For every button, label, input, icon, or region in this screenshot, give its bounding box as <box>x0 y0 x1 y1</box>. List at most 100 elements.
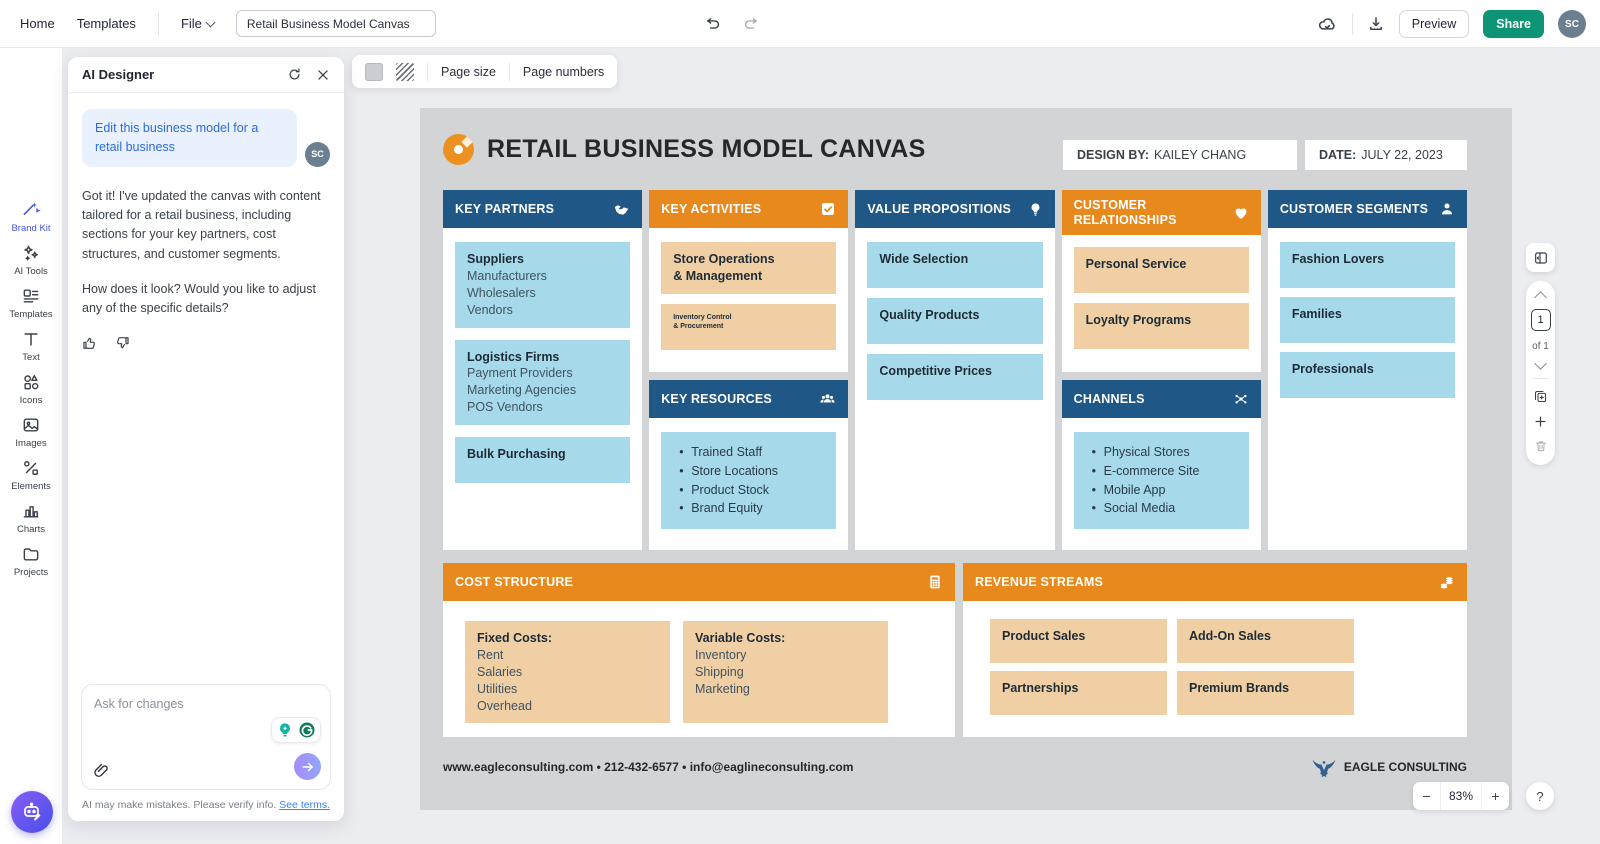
canvas-card[interactable]: Logistics Firms Payment Providers Market… <box>455 339 631 425</box>
document-title-input[interactable] <box>235 10 436 37</box>
cloud-sync-icon <box>1318 17 1335 30</box>
brand-name: EAGLE CONSULTING <box>1343 760 1467 774</box>
sidebar-item-label: Text <box>22 352 40 363</box>
sidebar-item-templates[interactable]: Templates <box>3 286 59 320</box>
chevron-down-icon <box>205 17 216 27</box>
sidebar-item-text[interactable]: Text <box>3 329 59 363</box>
design-by-value: KAILEY CHANG <box>1154 148 1247 162</box>
previous-page-button[interactable] <box>1534 291 1547 304</box>
share-button[interactable]: Share <box>1483 10 1544 38</box>
undo-button[interactable] <box>705 16 722 33</box>
close-panel-button[interactable] <box>316 68 330 82</box>
restart-chat-button[interactable] <box>287 67 302 82</box>
delete-page-button[interactable] <box>1534 439 1548 453</box>
card-title: Competitive Prices <box>879 364 992 378</box>
user-avatar[interactable]: SC <box>1558 10 1586 38</box>
bullet-item: Social Media <box>1092 499 1237 518</box>
canvas-card[interactable]: Loyalty Programs <box>1073 303 1249 349</box>
grammarly-icon[interactable] <box>297 720 317 740</box>
sidebar-item-brand-kit[interactable]: Brand Kit <box>3 200 59 234</box>
suggestion-bulb-icon[interactable] <box>275 720 295 740</box>
download-button[interactable] <box>1367 15 1385 33</box>
column-customer-relationships: CUSTOMER RELATIONSHIPS Personal Service … <box>1061 190 1261 550</box>
ai-assistant-fab[interactable] <box>11 791 53 833</box>
templates-link[interactable]: Templates <box>77 16 136 31</box>
sidebar-item-charts[interactable]: Charts <box>3 501 59 535</box>
attach-file-button[interactable] <box>92 762 110 780</box>
redo-button[interactable] <box>742 16 759 33</box>
send-message-button[interactable] <box>294 753 321 780</box>
feedback-row <box>82 335 330 351</box>
collapse-panel-button[interactable] <box>1526 243 1555 272</box>
card-title: Product Sales <box>1002 629 1086 643</box>
canvas-card[interactable]: Add-On Sales <box>1177 619 1354 663</box>
canvas-card[interactable]: Competitive Prices <box>867 354 1043 400</box>
contact-info: www.eagleconsulting.com • 212-432-6577 •… <box>443 760 854 774</box>
preview-button[interactable]: Preview <box>1398 10 1470 38</box>
add-page-button[interactable] <box>1533 414 1548 429</box>
background-pattern-button[interactable] <box>396 62 414 81</box>
canvas-card[interactable]: Suppliers Manufacturers Wholesalers Vend… <box>455 242 631 328</box>
zoom-out-button[interactable]: − <box>1413 788 1440 804</box>
sidebar-item-elements[interactable]: Elements <box>3 458 59 492</box>
help-button[interactable]: ? <box>1526 782 1554 810</box>
page-numbers-button[interactable]: Page numbers <box>523 65 604 79</box>
user-message-bubble: Edit this business model for a retail bu… <box>82 109 297 167</box>
file-menu[interactable]: File <box>181 16 216 31</box>
canvas-card[interactable]: Store Operations & Management <box>661 242 837 294</box>
canvas-card[interactable]: Quality Products <box>867 298 1043 344</box>
zoom-in-button[interactable]: + <box>1482 788 1509 804</box>
plus-icon <box>1535 416 1546 427</box>
canvas-card[interactable]: Personal Service <box>1073 247 1249 293</box>
home-link[interactable]: Home <box>20 16 55 31</box>
canvas-card[interactable]: Bulk Purchasing <box>455 437 631 483</box>
section-header-label: KEY ACTIVITIES <box>661 201 762 216</box>
redo-icon <box>744 17 757 29</box>
sidebar-item-ai-tools[interactable]: AI Tools <box>3 243 59 277</box>
sidebar-item-projects[interactable]: Projects <box>3 544 59 578</box>
next-page-button[interactable] <box>1534 357 1547 370</box>
card-title: Bulk Purchasing <box>467 447 566 461</box>
thumbs-down-button[interactable] <box>114 335 130 351</box>
canvas-card[interactable]: Professionals <box>1279 352 1456 398</box>
card-title: Fixed Costs: <box>477 631 553 645</box>
see-terms-link[interactable]: See terms. <box>279 799 330 811</box>
canvas-card[interactable]: Wide Selection <box>867 242 1043 288</box>
current-page-indicator[interactable]: 1 <box>1530 309 1551 331</box>
divider <box>508 62 510 81</box>
people-group-icon <box>820 393 835 402</box>
section-header-label: KEY PARTNERS <box>455 201 555 216</box>
duplicate-page-button[interactable] <box>1533 389 1548 404</box>
background-color-swatch[interactable] <box>365 62 383 81</box>
canvas-card[interactable]: Fashion Lovers <box>1279 242 1456 288</box>
canvas-card[interactable]: Premium Brands <box>1177 671 1354 715</box>
canvas-page[interactable]: RETAIL BUSINESS MODEL CANVAS DESIGN BY: … <box>420 108 1512 810</box>
zoom-level[interactable]: 83% <box>1440 782 1482 810</box>
left-icon-rail: Brand Kit AI Tools Templates Text Icons … <box>0 48 62 844</box>
canvas-card[interactable]: Partnerships <box>990 671 1167 715</box>
divider <box>157 12 159 35</box>
checkbox-icon <box>822 203 835 215</box>
canvas-card[interactable]: Families <box>1279 297 1456 343</box>
card-title: Store Operations & Management <box>673 252 775 283</box>
canvas-card[interactable]: Product Sales <box>990 619 1167 663</box>
divider <box>1351 13 1353 35</box>
page-size-button[interactable]: Page size <box>441 65 496 79</box>
card-title: Loyalty Programs <box>1085 313 1192 327</box>
thumbs-down-icon <box>117 336 129 349</box>
column-customer-segments: CUSTOMER SEGMENTS Fashion Lovers Familie… <box>1267 190 1468 550</box>
cloud-sync-button[interactable] <box>1317 14 1338 35</box>
canvas-card[interactable]: Trained Staff Store Locations Product St… <box>661 432 837 529</box>
ai-panel-title: AI Designer <box>82 67 155 82</box>
canvas-card[interactable]: Variable Costs: Inventory Shipping Marke… <box>683 621 888 724</box>
column-key-partners: KEY PARTNERS Suppliers Manufacturers Who… <box>443 190 643 550</box>
canvas-card[interactable]: Physical Stores E-commerce Site Mobile A… <box>1073 432 1249 529</box>
bullet-item: Store Locations <box>679 462 824 481</box>
canvas-card[interactable]: Inventory Control & Procurement <box>661 303 837 350</box>
thumbs-up-button[interactable] <box>82 335 98 351</box>
canvas-card[interactable]: Fixed Costs: Rent Salaries Utilities Ove… <box>465 621 670 724</box>
sidebar-item-icons[interactable]: Icons <box>3 372 59 406</box>
chat-messages: Edit this business model for a retail bu… <box>68 93 344 684</box>
sidebar-item-images[interactable]: Images <box>3 415 59 449</box>
chat-input[interactable] <box>94 697 318 711</box>
